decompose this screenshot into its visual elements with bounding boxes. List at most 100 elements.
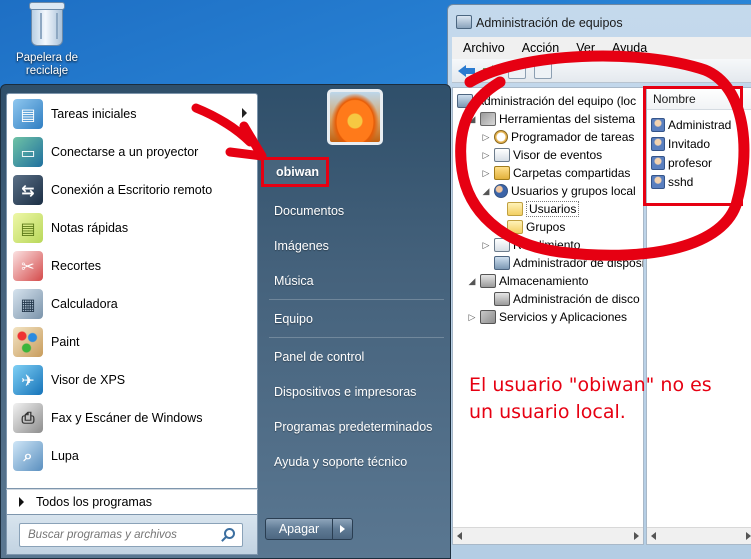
program-xps-viewer[interactable]: ✈ Visor de XPS xyxy=(9,362,255,398)
search-strip xyxy=(6,515,258,555)
tree-node-disk-management[interactable]: Administración de disco xyxy=(494,290,640,308)
shared-folder-icon xyxy=(494,166,510,180)
user-icon xyxy=(651,137,665,151)
control-panel-link[interactable]: Panel de control xyxy=(274,347,449,367)
annotation-line-2: un usuario local. xyxy=(469,401,626,423)
computer-link[interactable]: Equipo xyxy=(274,309,449,329)
default-programs-link[interactable]: Programas predeterminados xyxy=(274,417,449,437)
search-input[interactable] xyxy=(19,523,243,547)
tree-node-system-tools[interactable]: ◢ Herramientas del sistema xyxy=(467,110,635,128)
submenu-arrow-icon xyxy=(242,108,247,118)
tree-node-groups[interactable]: Grupos xyxy=(507,218,565,236)
calculator-icon: ▦ xyxy=(13,289,43,319)
list-horizontal-scrollbar[interactable] xyxy=(647,527,751,544)
all-programs-button[interactable]: Todos los programas xyxy=(6,489,258,515)
projector-icon: ▭ xyxy=(13,137,43,167)
computer-icon xyxy=(457,94,473,108)
program-remote-desktop[interactable]: ⇆ Conexión a Escritorio remoto xyxy=(9,172,255,208)
tree-node-event-viewer[interactable]: ▷ Visor de eventos xyxy=(481,146,602,164)
snipping-tool-icon: ✂ xyxy=(13,251,43,281)
tree-node-device-manager[interactable]: Administrador de dispositivos xyxy=(494,254,643,272)
menu-archivo[interactable]: Archivo xyxy=(452,41,511,55)
list-item[interactable]: sshd xyxy=(651,173,693,191)
program-projector[interactable]: ▭ Conectarse a un proyector xyxy=(9,134,255,170)
documents-link[interactable]: Documentos xyxy=(274,201,449,221)
users-groups-icon xyxy=(494,184,508,198)
tree-horizontal-scrollbar[interactable] xyxy=(453,527,643,544)
devices-printers-link[interactable]: Dispositivos e impresoras xyxy=(274,382,449,402)
help-support-link[interactable]: Ayuda y soporte técnico xyxy=(274,452,449,472)
expand-icon[interactable]: ▷ xyxy=(481,240,491,251)
program-paint[interactable]: Paint xyxy=(9,324,255,360)
getting-started-icon: ▤ xyxy=(13,99,43,129)
menu-accion[interactable]: Acción xyxy=(511,41,566,55)
program-getting-started[interactable]: ▤ Tareas iniciales xyxy=(9,96,255,132)
divider xyxy=(269,299,444,300)
list-item[interactable]: profesor xyxy=(651,154,712,172)
collapse-icon[interactable]: ◢ xyxy=(467,114,477,125)
folder-icon xyxy=(507,202,523,216)
tree-node-storage[interactable]: ◢ Almacenamiento xyxy=(467,272,588,290)
sticky-notes-icon: ▤ xyxy=(13,213,43,243)
back-arrow-icon[interactable] xyxy=(458,63,476,79)
menu-bar: Archivo Acción Ver Ayuda xyxy=(452,37,751,59)
menu-ayuda[interactable]: Ayuda xyxy=(601,41,653,55)
recycle-bin-icon xyxy=(29,2,65,46)
program-calculator[interactable]: ▦ Calculadora xyxy=(9,286,255,322)
computer-management-window: Administración de equipos Archivo Acción… xyxy=(447,4,751,559)
divider xyxy=(269,337,444,338)
search-icon[interactable] xyxy=(224,528,235,539)
program-sticky-notes[interactable]: ▤ Notas rápidas xyxy=(9,210,255,246)
forward-arrow-icon[interactable] xyxy=(482,63,500,79)
toolbar xyxy=(452,59,751,83)
properties-button[interactable] xyxy=(534,62,552,79)
xps-viewer-icon: ✈ xyxy=(13,365,43,395)
expand-icon[interactable]: ▷ xyxy=(481,168,491,179)
users-list: Nombre Administrad Invitado profesor ssh… xyxy=(646,87,751,545)
user-folder-obiwan[interactable]: obiwan xyxy=(261,157,329,187)
storage-icon xyxy=(480,274,496,288)
music-link[interactable]: Música xyxy=(274,271,449,291)
expand-icon[interactable]: ▷ xyxy=(467,312,477,323)
list-item[interactable]: Administrad xyxy=(651,116,731,134)
tree-node-shared-folders[interactable]: ▷ Carpetas compartidas xyxy=(481,164,630,182)
collapse-icon[interactable]: ◢ xyxy=(467,276,477,287)
user-icon xyxy=(651,118,665,132)
tree-node-users[interactable]: Usuarios xyxy=(507,200,580,218)
start-menu: ▤ Tareas iniciales ▭ Conectarse a un pro… xyxy=(0,84,451,559)
fax-scan-icon: ⎙ xyxy=(13,403,43,433)
programs-pane: ▤ Tareas iniciales ▭ Conectarse a un pro… xyxy=(6,93,258,489)
program-snipping-tool[interactable]: ✂ Recortes xyxy=(9,248,255,284)
images-link[interactable]: Imágenes xyxy=(274,236,449,256)
show-hide-tree-button[interactable] xyxy=(508,62,526,79)
tree-node-services-apps[interactable]: ▷ Servicios y Aplicaciones xyxy=(467,308,627,326)
list-item[interactable]: Invitado xyxy=(651,135,710,153)
shutdown-button[interactable]: Apagar xyxy=(265,518,333,540)
clock-icon xyxy=(494,130,508,144)
tree-node-task-scheduler[interactable]: ▷ Programador de tareas xyxy=(481,128,634,146)
arrow-right-icon xyxy=(19,497,24,507)
folder-icon xyxy=(507,220,523,234)
tools-icon xyxy=(480,112,496,126)
menu-ver[interactable]: Ver xyxy=(565,41,601,55)
column-header-name[interactable]: Nombre xyxy=(647,88,751,110)
magnifier-icon: ⌕ xyxy=(13,441,43,471)
expand-icon[interactable]: ▷ xyxy=(481,150,491,161)
computer-management-icon xyxy=(456,15,472,29)
device-manager-icon xyxy=(494,256,510,270)
collapse-icon[interactable]: ◢ xyxy=(481,186,491,197)
recycle-bin-shortcut[interactable]: Papelera de reciclaje xyxy=(8,2,86,78)
navigation-tree: Administración del equipo (loc ◢ Herrami… xyxy=(452,87,644,545)
user-avatar[interactable] xyxy=(327,89,383,145)
annotation-line-1: El usuario "obiwan" no es xyxy=(469,374,712,396)
tree-node-root[interactable]: Administración del equipo (loc xyxy=(457,92,636,110)
shutdown-options-button[interactable] xyxy=(333,518,353,540)
program-magnifier[interactable]: ⌕ Lupa xyxy=(9,438,255,474)
program-fax-scan[interactable]: ⎙ Fax y Escáner de Windows xyxy=(9,400,255,436)
annotation-note: El usuario "obiwan" no es un usuario loc… xyxy=(469,372,749,426)
performance-icon xyxy=(494,238,510,252)
tree-node-local-users-groups[interactable]: ◢ Usuarios y grupos local xyxy=(481,182,636,200)
event-viewer-icon xyxy=(494,148,510,162)
expand-icon[interactable]: ▷ xyxy=(481,132,491,143)
tree-node-performance[interactable]: ▷ Rendimiento xyxy=(481,236,580,254)
